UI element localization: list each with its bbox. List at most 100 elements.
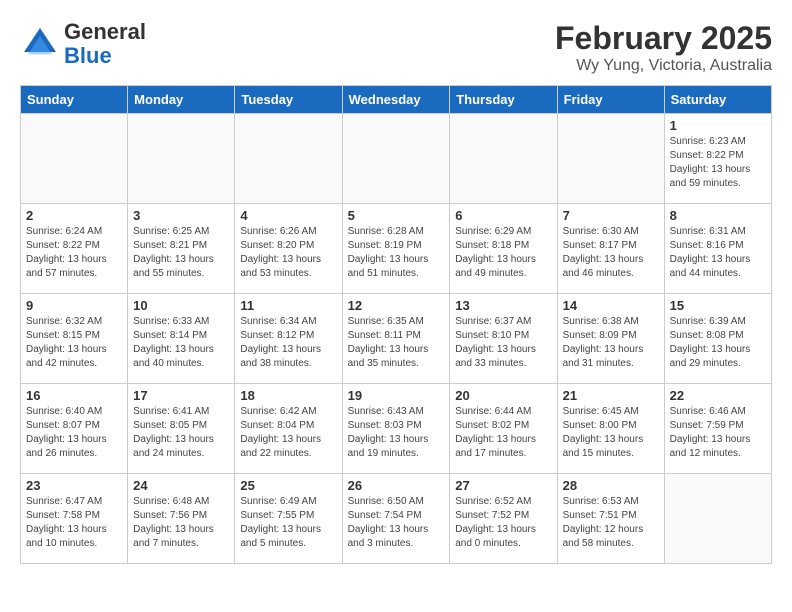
calendar-body: 1 Sunrise: 6:23 AM Sunset: 8:22 PM Daylig… [21,114,772,564]
calendar-week-4: 16 Sunrise: 6:40 AM Sunset: 8:07 PM Dayli… [21,384,772,474]
calendar-cell: 21 Sunrise: 6:45 AM Sunset: 8:00 PM Dayli… [557,384,664,474]
day-info: Sunrise: 6:35 AM Sunset: 8:11 PM Dayligh… [348,315,445,371]
day-number: 26 [348,478,445,493]
day-info: Sunrise: 6:32 AM Sunset: 8:15 PM Dayligh… [26,315,122,371]
day-number: 3 [133,208,229,223]
day-number: 13 [455,298,551,313]
day-number: 14 [563,298,659,313]
calendar-cell: 20 Sunrise: 6:44 AM Sunset: 8:02 PM Dayli… [450,384,557,474]
calendar-cell [664,474,771,564]
day-info: Sunrise: 6:33 AM Sunset: 8:14 PM Dayligh… [133,315,229,371]
header: General Blue February 2025 Wy Yung, Vict… [20,20,772,75]
day-number: 4 [240,208,336,223]
day-number: 7 [563,208,659,223]
calendar-cell [557,114,664,204]
logo: General Blue [20,20,146,68]
day-number: 11 [240,298,336,313]
calendar-header-tuesday: Tuesday [235,86,342,114]
day-info: Sunrise: 6:29 AM Sunset: 8:18 PM Dayligh… [455,225,551,281]
day-number: 28 [563,478,659,493]
day-number: 16 [26,388,122,403]
logo-text: General Blue [64,20,146,68]
day-number: 8 [670,208,766,223]
day-info: Sunrise: 6:42 AM Sunset: 8:04 PM Dayligh… [240,405,336,461]
calendar-cell: 3 Sunrise: 6:25 AM Sunset: 8:21 PM Daylig… [128,204,235,294]
day-info: Sunrise: 6:25 AM Sunset: 8:21 PM Dayligh… [133,225,229,281]
day-info: Sunrise: 6:30 AM Sunset: 8:17 PM Dayligh… [563,225,659,281]
day-info: Sunrise: 6:43 AM Sunset: 8:03 PM Dayligh… [348,405,445,461]
title-section: February 2025 Wy Yung, Victoria, Austral… [555,20,772,75]
day-info: Sunrise: 6:26 AM Sunset: 8:20 PM Dayligh… [240,225,336,281]
day-info: Sunrise: 6:39 AM Sunset: 8:08 PM Dayligh… [670,315,766,371]
day-info: Sunrise: 6:28 AM Sunset: 8:19 PM Dayligh… [348,225,445,281]
day-number: 12 [348,298,445,313]
day-number: 18 [240,388,336,403]
main-title: February 2025 [555,20,772,57]
calendar-header-monday: Monday [128,86,235,114]
day-info: Sunrise: 6:34 AM Sunset: 8:12 PM Dayligh… [240,315,336,371]
day-number: 10 [133,298,229,313]
day-info: Sunrise: 6:41 AM Sunset: 8:05 PM Dayligh… [133,405,229,461]
calendar-cell [128,114,235,204]
calendar-cell: 5 Sunrise: 6:28 AM Sunset: 8:19 PM Daylig… [342,204,450,294]
calendar-cell: 14 Sunrise: 6:38 AM Sunset: 8:09 PM Dayli… [557,294,664,384]
day-info: Sunrise: 6:46 AM Sunset: 7:59 PM Dayligh… [670,405,766,461]
day-info: Sunrise: 6:31 AM Sunset: 8:16 PM Dayligh… [670,225,766,281]
day-number: 5 [348,208,445,223]
calendar-header-thursday: Thursday [450,86,557,114]
calendar-cell: 23 Sunrise: 6:47 AM Sunset: 7:58 PM Dayli… [21,474,128,564]
calendar-header-wednesday: Wednesday [342,86,450,114]
calendar-week-5: 23 Sunrise: 6:47 AM Sunset: 7:58 PM Dayli… [21,474,772,564]
calendar-cell: 18 Sunrise: 6:42 AM Sunset: 8:04 PM Dayli… [235,384,342,474]
day-info: Sunrise: 6:24 AM Sunset: 8:22 PM Dayligh… [26,225,122,281]
day-info: Sunrise: 6:45 AM Sunset: 8:00 PM Dayligh… [563,405,659,461]
subtitle: Wy Yung, Victoria, Australia [555,57,772,75]
day-info: Sunrise: 6:40 AM Sunset: 8:07 PM Dayligh… [26,405,122,461]
calendar-cell: 1 Sunrise: 6:23 AM Sunset: 8:22 PM Daylig… [664,114,771,204]
calendar-cell: 25 Sunrise: 6:49 AM Sunset: 7:55 PM Dayli… [235,474,342,564]
calendar-header-row: SundayMondayTuesdayWednesdayThursdayFrid… [21,86,772,114]
day-info: Sunrise: 6:23 AM Sunset: 8:22 PM Dayligh… [670,135,766,191]
calendar-cell: 7 Sunrise: 6:30 AM Sunset: 8:17 PM Daylig… [557,204,664,294]
day-info: Sunrise: 6:37 AM Sunset: 8:10 PM Dayligh… [455,315,551,371]
day-number: 21 [563,388,659,403]
day-number: 23 [26,478,122,493]
calendar-week-1: 1 Sunrise: 6:23 AM Sunset: 8:22 PM Daylig… [21,114,772,204]
calendar-header-friday: Friday [557,86,664,114]
day-info: Sunrise: 6:38 AM Sunset: 8:09 PM Dayligh… [563,315,659,371]
calendar-cell: 22 Sunrise: 6:46 AM Sunset: 7:59 PM Dayli… [664,384,771,474]
calendar-week-3: 9 Sunrise: 6:32 AM Sunset: 8:15 PM Daylig… [21,294,772,384]
calendar-cell: 16 Sunrise: 6:40 AM Sunset: 8:07 PM Dayli… [21,384,128,474]
day-info: Sunrise: 6:44 AM Sunset: 8:02 PM Dayligh… [455,405,551,461]
calendar-cell: 15 Sunrise: 6:39 AM Sunset: 8:08 PM Dayli… [664,294,771,384]
day-info: Sunrise: 6:47 AM Sunset: 7:58 PM Dayligh… [26,495,122,551]
calendar-cell: 19 Sunrise: 6:43 AM Sunset: 8:03 PM Dayli… [342,384,450,474]
day-number: 15 [670,298,766,313]
day-number: 19 [348,388,445,403]
calendar-cell: 26 Sunrise: 6:50 AM Sunset: 7:54 PM Dayli… [342,474,450,564]
calendar-header-saturday: Saturday [664,86,771,114]
day-number: 6 [455,208,551,223]
calendar-cell: 10 Sunrise: 6:33 AM Sunset: 8:14 PM Dayli… [128,294,235,384]
day-number: 24 [133,478,229,493]
day-number: 20 [455,388,551,403]
calendar-cell: 12 Sunrise: 6:35 AM Sunset: 8:11 PM Dayli… [342,294,450,384]
calendar-cell [342,114,450,204]
calendar-cell [21,114,128,204]
calendar-cell: 17Sunrise: 6:41 AM Sunset: 8:05 PM Dayli… [128,384,235,474]
day-info: Sunrise: 6:49 AM Sunset: 7:55 PM Dayligh… [240,495,336,551]
calendar-cell: 11 Sunrise: 6:34 AM Sunset: 8:12 PM Dayli… [235,294,342,384]
day-number: 2 [26,208,122,223]
day-number: 9 [26,298,122,313]
calendar-cell: 13 Sunrise: 6:37 AM Sunset: 8:10 PM Dayli… [450,294,557,384]
calendar-cell: 28Sunrise: 6:53 AM Sunset: 7:51 PM Dayli… [557,474,664,564]
calendar-cell [235,114,342,204]
calendar-cell: 24Sunrise: 6:48 AM Sunset: 7:56 PM Dayli… [128,474,235,564]
day-info: Sunrise: 6:52 AM Sunset: 7:52 PM Dayligh… [455,495,551,551]
calendar-cell: 4 Sunrise: 6:26 AM Sunset: 8:20 PM Daylig… [235,204,342,294]
calendar-cell: 27Sunrise: 6:52 AM Sunset: 7:52 PM Dayli… [450,474,557,564]
day-number: 1 [670,118,766,133]
day-number: 25 [240,478,336,493]
day-number: 22 [670,388,766,403]
day-info: Sunrise: 6:50 AM Sunset: 7:54 PM Dayligh… [348,495,445,551]
